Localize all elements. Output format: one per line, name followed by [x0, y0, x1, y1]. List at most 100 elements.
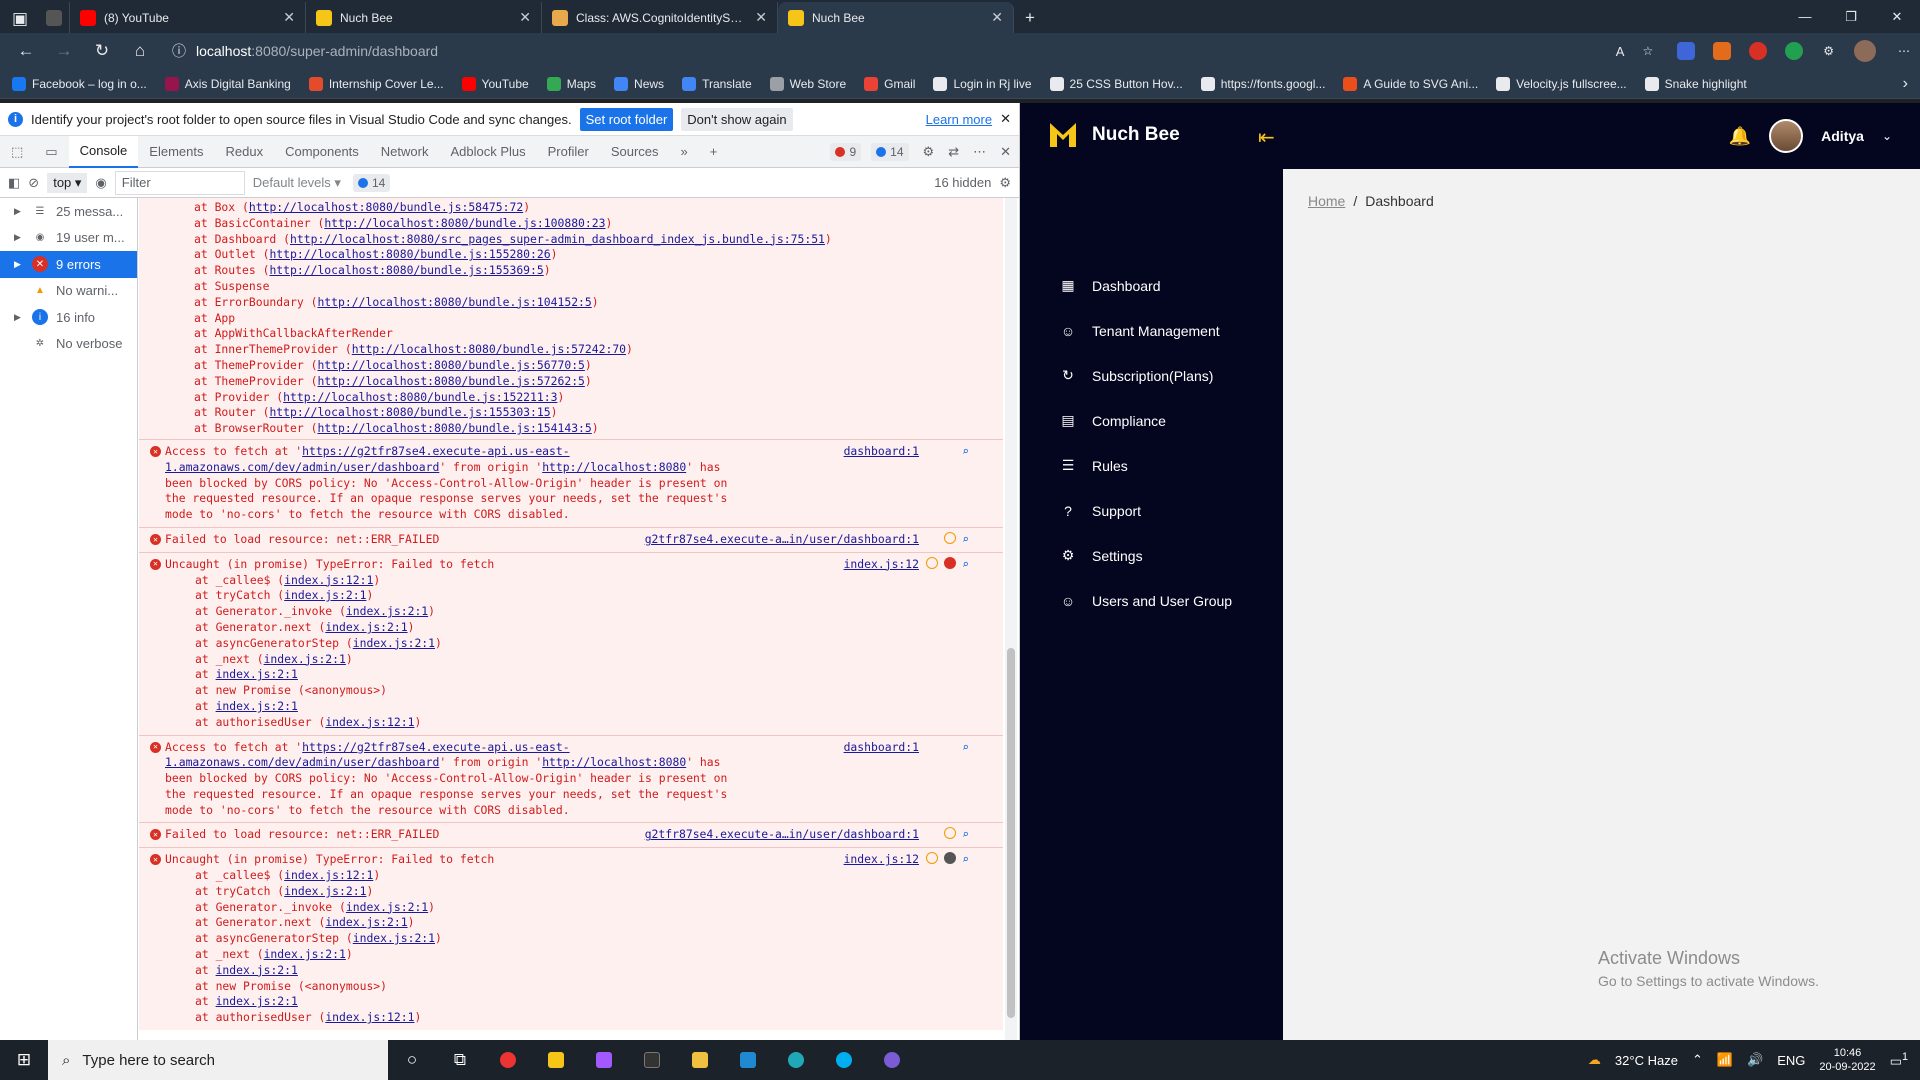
insights-icon[interactable]: [926, 556, 939, 569]
adblock-icon[interactable]: [1749, 42, 1768, 60]
volume-icon[interactable]: 🔊: [1747, 1052, 1763, 1068]
extension-icon[interactable]: [1677, 42, 1696, 60]
frame-link[interactable]: index.js:2:1: [264, 947, 346, 961]
extension-icon[interactable]: [1785, 42, 1804, 60]
frame-link[interactable]: index.js:2:1: [346, 900, 428, 914]
frame-link[interactable]: index.js:12:1: [325, 1010, 414, 1024]
connect-icon[interactable]: ⇄: [948, 144, 959, 160]
bookmark-item[interactable]: Internship Cover Le...: [308, 76, 444, 91]
minimize-icon[interactable]: —: [1782, 9, 1828, 24]
tab-network[interactable]: Network: [370, 136, 440, 168]
edge-icon[interactable]: [772, 1040, 820, 1080]
cors-origin-link[interactable]: http://localhost:8080: [542, 460, 686, 474]
weather-icon[interactable]: ☁: [1588, 1052, 1601, 1068]
chevron-right-icon[interactable]: ›: [1903, 75, 1908, 93]
bookmark-item[interactable]: News: [614, 76, 664, 91]
browser-tab-active[interactable]: Nuch Bee ✕: [778, 2, 1014, 33]
extension-icon[interactable]: [1713, 42, 1732, 60]
extensions-puzzle-icon[interactable]: ⚙: [1823, 44, 1834, 58]
expand-arrow-icon[interactable]: ▶: [14, 206, 24, 217]
insights-icon[interactable]: [926, 852, 939, 865]
vscode-icon[interactable]: [724, 1040, 772, 1080]
sidebar-item-dashboard[interactable]: ▦ Dashboard: [1020, 263, 1283, 308]
source-link[interactable]: dashboard:1: [844, 740, 919, 756]
frame-link[interactable]: index.js:2:1: [264, 652, 346, 666]
sidebar-item-rules[interactable]: ☰ Rules: [1020, 443, 1283, 488]
skype-icon[interactable]: [820, 1040, 868, 1080]
more-icon[interactable]: ⋯: [1898, 44, 1910, 58]
chevron-down-icon[interactable]: ⌄: [1882, 129, 1892, 143]
frame-link[interactable]: index.js:2:1: [325, 620, 407, 634]
bookmark-item[interactable]: Maps: [546, 76, 596, 91]
info-count-badge[interactable]: 14: [871, 142, 909, 161]
console-filter-bug[interactable]: ✲ No verbose: [0, 331, 137, 358]
new-tab-icon[interactable]: +: [1014, 2, 1046, 33]
frame-link[interactable]: http://localhost:8080/bundle.js:57262:5: [317, 374, 584, 388]
console-scrollbar[interactable]: [1005, 198, 1017, 1040]
bookmark-item[interactable]: Facebook – log in o...: [12, 76, 147, 91]
collapse-sidebar-icon[interactable]: ⇤: [1258, 125, 1275, 150]
error-icon[interactable]: [944, 556, 957, 569]
taskbar-search[interactable]: ⌕ Type here to search: [48, 1040, 388, 1080]
insights-icon[interactable]: [944, 531, 957, 544]
device-toolbar-icon[interactable]: ▭: [34, 136, 68, 168]
more-icon[interactable]: ⋯: [973, 144, 986, 160]
frame-link[interactable]: index.js:12:1: [284, 868, 373, 882]
expand-arrow-icon[interactable]: ▶: [14, 259, 24, 270]
brand-logo[interactable]: Nuch Bee: [1048, 121, 1180, 149]
message-count-badge[interactable]: 14: [352, 173, 391, 192]
search-icon[interactable]: ⌕: [962, 852, 969, 868]
add-tab-icon[interactable]: +: [699, 136, 729, 168]
sidebar-item-settings[interactable]: ⚙ Settings: [1020, 533, 1283, 578]
frame-link[interactable]: http://localhost:8080/bundle.js:58475:72: [249, 200, 523, 214]
scrollbar-thumb[interactable]: [1007, 648, 1015, 1018]
search-icon[interactable]: ⌕: [962, 557, 969, 573]
source-link[interactable]: g2tfr87se4.execute-a…in/user/dashboard:1: [645, 532, 919, 548]
tab-profiler[interactable]: Profiler: [537, 136, 600, 168]
context-select[interactable]: top ▾: [47, 172, 88, 193]
bookmark-item[interactable]: Gmail: [864, 76, 915, 91]
learn-more-link[interactable]: Learn more: [926, 112, 992, 127]
log-levels-select[interactable]: Default levels ▾: [253, 175, 341, 191]
sticky-notes-icon[interactable]: [532, 1040, 580, 1080]
close-window-icon[interactable]: ✕: [1874, 9, 1920, 25]
frame-link[interactable]: index.js:12:1: [284, 573, 373, 587]
cors-origin-link[interactable]: http://localhost:8080: [542, 755, 686, 769]
back-icon[interactable]: ←: [10, 37, 42, 65]
console-settings-icon[interactable]: ⚙: [999, 175, 1011, 191]
figma-icon[interactable]: [580, 1040, 628, 1080]
close-icon[interactable]: ✕: [755, 9, 767, 26]
file-explorer-icon[interactable]: [676, 1040, 724, 1080]
bookmark-item[interactable]: https://fonts.googl...: [1200, 76, 1325, 91]
language-indicator[interactable]: ENG: [1777, 1053, 1805, 1068]
bookmark-item[interactable]: 25 CSS Button Hov...: [1049, 76, 1183, 91]
frame-link[interactable]: index.js:2:1: [216, 994, 298, 1008]
console-filter-warning[interactable]: ▲ No warni...: [0, 278, 137, 305]
tab-actions-icon[interactable]: ▣: [0, 5, 40, 33]
search-icon[interactable]: ⌕: [962, 827, 969, 843]
frame-link[interactable]: index.js:2:1: [284, 884, 366, 898]
source-link[interactable]: g2tfr87se4.execute-a…in/user/dashboard:1: [645, 827, 919, 843]
search-icon[interactable]: ⌕: [962, 532, 969, 548]
frame-link[interactable]: http://localhost:8080/src_pages_super-ad…: [290, 232, 825, 246]
frame-link[interactable]: index.js:2:1: [216, 699, 298, 713]
console-filter-list[interactable]: ▶ ☰ 25 messa...: [0, 198, 137, 225]
source-link[interactable]: dashboard:1: [844, 444, 919, 460]
app-icon[interactable]: [868, 1040, 916, 1080]
start-windows-icon[interactable]: ⊞: [0, 1040, 48, 1080]
terminal-icon[interactable]: [628, 1040, 676, 1080]
comment-icon[interactable]: [944, 852, 957, 865]
browser-tab-nuchbee[interactable]: Nuch Bee ✕: [306, 2, 542, 33]
bookmark-item[interactable]: Snake highlight: [1644, 76, 1747, 91]
profile-icon[interactable]: [1854, 40, 1876, 62]
tab-console[interactable]: Console: [68, 135, 139, 168]
bookmark-item[interactable]: Translate: [682, 76, 752, 91]
console-filter-error[interactable]: ▶ ✕ 9 errors: [0, 251, 137, 278]
close-icon[interactable]: ✕: [991, 9, 1003, 26]
browser-tab-youtube[interactable]: (8) YouTube ✕: [70, 2, 306, 33]
frame-link[interactable]: http://localhost:8080/bundle.js:155369:5: [269, 263, 543, 277]
search-icon[interactable]: ⌕: [962, 444, 969, 460]
notification-icon[interactable]: ▭1: [1890, 1051, 1908, 1069]
frame-link[interactable]: index.js:2:1: [216, 963, 298, 977]
set-root-folder-button[interactable]: Set root folder: [579, 107, 674, 131]
